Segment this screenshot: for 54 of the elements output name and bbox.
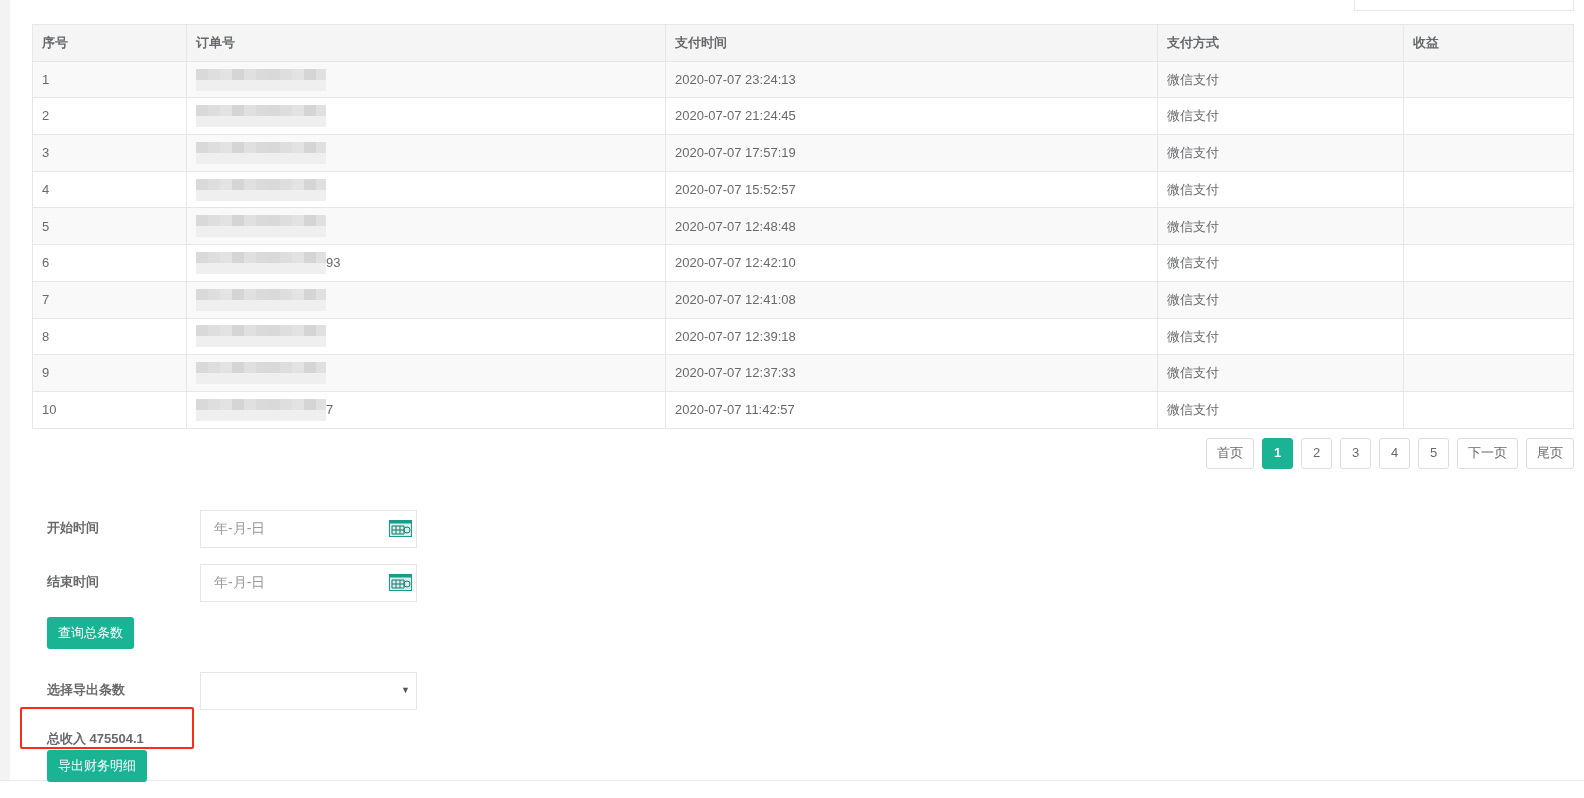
- column-header: 订单号: [186, 24, 666, 62]
- column-header: 支付时间: [665, 24, 1158, 62]
- table-cell: 9: [32, 354, 187, 392]
- table-cell: 2020-07-07 12:42:10: [665, 244, 1158, 282]
- table-cell: 微信支付: [1157, 207, 1404, 245]
- table-cell: 2020-07-07 12:41:08: [665, 281, 1158, 318]
- field-label: 开始时间: [47, 518, 100, 537]
- table-cell: 1: [32, 61, 187, 98]
- table-cell: 3: [32, 134, 187, 172]
- table-cell: 微信支付: [1157, 61, 1404, 98]
- table-cell: 2020-07-07 15:52:57: [665, 171, 1158, 208]
- table-cell: 2020-07-07 21:24:45: [665, 97, 1158, 135]
- page-button[interactable]: 4: [1379, 437, 1410, 469]
- table-cell: 2020-07-07 12:39:18: [665, 318, 1158, 355]
- total-income: 总收入 475504.1: [47, 729, 145, 748]
- page-button[interactable]: 首页: [1206, 437, 1254, 469]
- page-button[interactable]: 5: [1418, 437, 1449, 469]
- calendar-icon[interactable]: [389, 520, 412, 538]
- table-cell: 8: [32, 318, 187, 355]
- page-button[interactable]: 尾页: [1526, 437, 1574, 469]
- table-cell: 4: [32, 171, 187, 208]
- table-cell: 微信支付: [1157, 391, 1404, 429]
- table-cell: 微信支付: [1157, 318, 1404, 355]
- table-cell: 微信支付: [1157, 281, 1404, 318]
- column-header: 支付方式: [1157, 24, 1404, 62]
- table-cell: 2020-07-07 12:48:48: [665, 207, 1158, 245]
- table-cell: 微信支付: [1157, 97, 1404, 135]
- table-cell: 5: [32, 207, 187, 245]
- page-button[interactable]: 下一页: [1457, 437, 1518, 469]
- field-label: 选择导出条数: [47, 680, 126, 699]
- table-cell: 2020-07-07 23:24:13: [665, 61, 1158, 98]
- table-cell-text: 7: [326, 400, 334, 419]
- calendar-icon[interactable]: [389, 574, 412, 592]
- table-cell: 2020-07-07 11:42:57: [665, 391, 1158, 429]
- table-cell: 2020-07-07 12:37:33: [665, 354, 1158, 392]
- table-cell: 10: [32, 391, 187, 429]
- table-cell: 微信支付: [1157, 171, 1404, 208]
- table-cell: 6: [32, 244, 187, 282]
- table-cell: 7: [32, 281, 187, 318]
- date-field[interactable]: 年-月-日: [200, 509, 417, 548]
- field-label: 结束时间: [47, 572, 100, 591]
- table-cell: 2020-07-07 17:57:19: [665, 134, 1158, 172]
- date-field[interactable]: 年-月-日: [200, 563, 417, 602]
- table-cell: 2: [32, 97, 187, 135]
- page-button[interactable]: 3: [1340, 437, 1371, 469]
- table-cell: 微信支付: [1157, 244, 1404, 282]
- column-header: 序号: [32, 24, 187, 62]
- column-header: 收益: [1403, 24, 1574, 62]
- table-cell: 微信支付: [1157, 354, 1404, 392]
- page-button[interactable]: 2: [1301, 437, 1332, 469]
- table-cell-text: 93: [326, 254, 341, 273]
- table-cell: 微信支付: [1157, 134, 1404, 172]
- count-select[interactable]: ▼: [200, 671, 417, 710]
- caret-icon: ▼: [401, 683, 410, 698]
